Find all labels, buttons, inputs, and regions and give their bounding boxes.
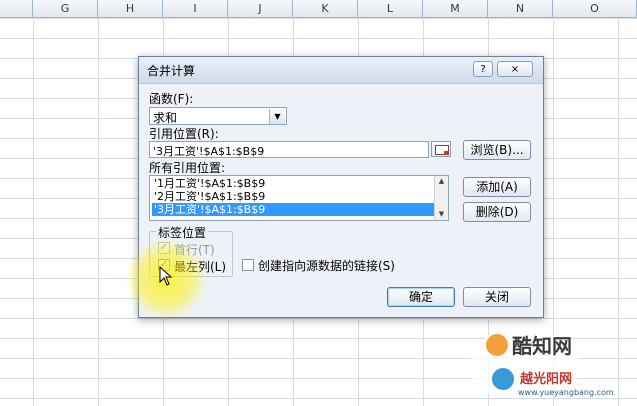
delete-button[interactable]: 删除(D)	[463, 202, 531, 222]
all-references-label: 所有引用位置:	[149, 161, 226, 175]
column-header-blank	[0, 0, 33, 17]
scroll-up-icon[interactable]: ▲	[437, 177, 446, 185]
first-row-checkbox[interactable]: ✓	[158, 242, 170, 254]
all-references-list[interactable]: '1月工资'!$A$1:$B$9 '2月工资'!$A$1:$B$9 '3月工资'…	[149, 175, 449, 221]
dialog-titlebar[interactable]: 合并计算 ? ×	[139, 57, 543, 84]
list-item[interactable]: '1月工资'!$A$1:$B$9	[152, 177, 434, 190]
column-header[interactable]: H	[98, 0, 163, 17]
watermark-logo2-icon	[490, 366, 516, 392]
watermark: 酷知网 越光阳网 www.yueyangbang.com	[470, 326, 637, 406]
column-header[interactable]: M	[423, 0, 488, 17]
help-button[interactable]: ?	[473, 61, 493, 77]
scroll-down-icon[interactable]: ▼	[437, 210, 446, 218]
label-position-title: 标签位置	[156, 224, 209, 241]
create-links-checkbox[interactable]	[242, 259, 254, 271]
mouse-pointer-icon	[159, 266, 173, 286]
create-links-label: 创建指向源数据的链接(S)	[258, 259, 395, 273]
column-header-bar: G H I J K L M N O	[0, 0, 637, 18]
list-item[interactable]: '2月工资'!$A$1:$B$9	[152, 190, 434, 203]
watermark-url: www.yueyangbang.com	[518, 388, 614, 397]
chevron-down-icon[interactable]: ▼	[269, 109, 285, 124]
close-icon[interactable]: ×	[497, 61, 533, 77]
browse-button[interactable]: 浏览(B)...	[463, 140, 531, 160]
scrollbar[interactable]: ▲ ▼	[434, 176, 448, 220]
add-button[interactable]: 添加(A)	[463, 177, 531, 197]
column-header[interactable]: K	[293, 0, 358, 17]
range-picker-icon[interactable]	[431, 141, 451, 157]
first-row-label: 首行(T)	[174, 243, 215, 257]
left-column-label: 最左列(L)	[174, 260, 227, 274]
dialog-title: 合并计算	[147, 64, 196, 78]
ok-button[interactable]: 确定	[387, 287, 455, 307]
function-select-value: 求和	[153, 111, 178, 125]
reference-input[interactable]: '3月工资'!$A$1:$B$9	[149, 141, 429, 158]
watermark-logo-icon	[484, 332, 510, 358]
column-header[interactable]: O	[553, 0, 637, 17]
watermark-line1: 酷知网	[512, 334, 572, 358]
function-label: 函数(F):	[149, 92, 194, 106]
close-button[interactable]: 关闭	[463, 287, 531, 307]
list-item-selected[interactable]: '3月工资'!$A$1:$B$9	[152, 203, 434, 216]
function-select[interactable]: 求和 ▼	[149, 107, 287, 125]
watermark-line2: 越光阳网	[520, 372, 573, 387]
column-header[interactable]: I	[163, 0, 228, 17]
column-header[interactable]: L	[358, 0, 423, 17]
column-header[interactable]: J	[228, 0, 293, 17]
column-header[interactable]: G	[33, 0, 98, 17]
consolidate-dialog: 合并计算 ? × 函数(F): 求和 ▼ 引用位置(R): '3月工资'!$A$…	[138, 56, 544, 318]
reference-label: 引用位置(R):	[149, 127, 219, 141]
column-header[interactable]: N	[488, 0, 553, 17]
